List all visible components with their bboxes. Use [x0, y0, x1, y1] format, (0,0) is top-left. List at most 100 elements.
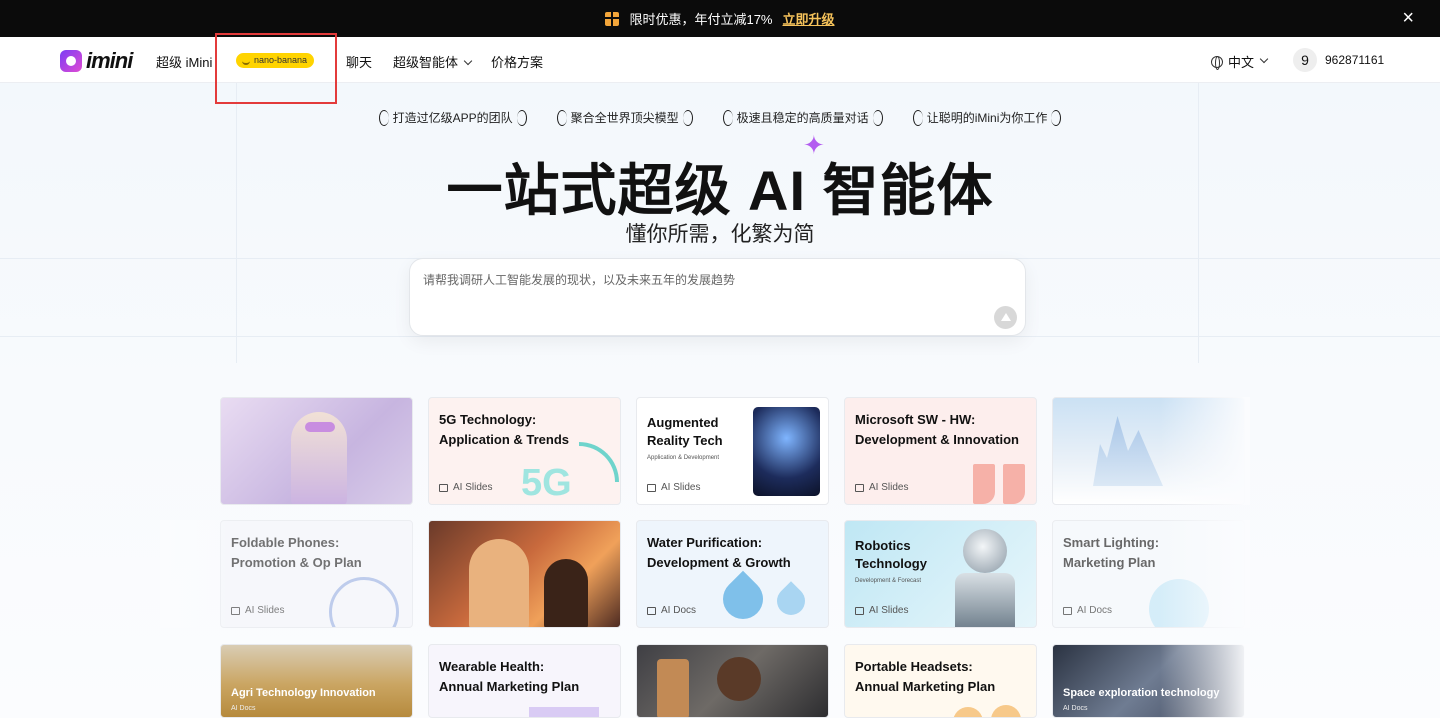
globe-icon — [1211, 55, 1223, 70]
card-illustration — [717, 657, 761, 701]
feature-badge: 聚合全世界顶尖模型 — [553, 109, 697, 126]
template-card[interactable]: Smart Lighting: Marketing Plan AI Docs — [1052, 520, 1245, 628]
card-title: Wearable Health: Annual Marketing Plan — [439, 659, 580, 694]
nav-item-chat[interactable]: 聊天 — [346, 52, 372, 71]
template-card[interactable] — [636, 644, 829, 718]
template-card[interactable] — [428, 520, 621, 628]
feature-badge-text: 聚合全世界顶尖模型 — [570, 111, 679, 125]
template-card[interactable]: Agri Technology Innovation AI Docs — [220, 644, 413, 718]
nav-item-super-agent-label: 超级智能体 — [393, 55, 459, 70]
template-card[interactable]: Microsoft SW - HW: Development & Innovat… — [844, 397, 1037, 505]
quote-icon — [1003, 464, 1025, 504]
card-title: Portable Headsets: Annual Marketing Plan — [855, 659, 996, 694]
template-card[interactable]: Robotics Technology Development & Foreca… — [844, 520, 1037, 628]
wifi-icon — [579, 442, 619, 482]
card-title: Robotics Technology — [855, 538, 927, 571]
card-tag: AI Docs — [647, 605, 696, 616]
card-tag: AI Slides — [231, 605, 284, 616]
card-tag-label: AI Slides — [245, 605, 285, 616]
user-id[interactable]: 962871161 — [1325, 53, 1384, 67]
gift-icon — [605, 11, 620, 26]
slides-icon — [855, 483, 864, 492]
slides-icon — [647, 483, 656, 492]
card-illustration — [1093, 416, 1163, 486]
card-title: Water Purification: Development & Growth — [647, 535, 791, 570]
nano-banana-badge[interactable]: nano-banana — [236, 53, 315, 68]
card-tag: AI Docs — [1063, 605, 1112, 616]
template-card[interactable] — [1052, 397, 1245, 505]
card-title: Agri Technology Innovation — [231, 687, 376, 699]
card-title: Microsoft SW - HW: Development & Innovat… — [855, 412, 1019, 447]
template-card[interactable]: Wearable Health: Annual Marketing Plan — [428, 644, 621, 718]
language-label: 中文 — [1228, 55, 1255, 70]
card-subtitle: Application & Development — [647, 455, 720, 461]
card-tag: AI Slides — [855, 482, 908, 493]
nav-item-pricing[interactable]: 价格方案 — [491, 52, 543, 71]
template-card[interactable]: Portable Headsets: Annual Marketing Plan — [844, 644, 1037, 718]
promo-banner: 限时优惠，年付立减17% 立即升级 × — [0, 0, 1440, 37]
page-title: 一站式超级 AI 智能体 — [446, 159, 994, 222]
card-tag-label: AI Docs — [1077, 605, 1113, 616]
feature-badge: 打造过亿级APP的团队 — [375, 109, 531, 126]
template-card[interactable]: 5G Technology: Application & Trends 5G A… — [428, 397, 621, 505]
nav-item-super-imini[interactable]: 超级 iMini — [156, 52, 212, 71]
template-card[interactable]: Augmented Reality Tech Application & Dev… — [636, 397, 829, 505]
avatar[interactable]: 9 — [1293, 48, 1317, 72]
upgrade-link[interactable]: 立即升级 — [783, 9, 835, 28]
card-illustration — [544, 559, 588, 627]
card-tag-label: AI Slides — [869, 605, 909, 616]
card-title: 5G Technology: Application & Trends — [439, 412, 570, 447]
card-title: Smart Lighting: Marketing Plan — [1063, 535, 1160, 570]
page-subtitle: 懂你所需，化繁为简 — [625, 223, 815, 246]
chevron-down-icon — [1259, 54, 1269, 63]
template-card[interactable]: Space exploration technology AI Docs — [1052, 644, 1245, 718]
card-illustration — [991, 705, 1021, 717]
robot-icon — [955, 573, 1015, 627]
logo-text: imini — [86, 48, 133, 73]
template-card[interactable]: Foldable Phones: Promotion & Op Plan AI … — [220, 520, 413, 628]
slides-icon — [439, 483, 448, 492]
feature-badges: 打造过亿级APP的团队 聚合全世界顶尖模型 极速且稳定的高质量对话 让聪明的iM… — [0, 109, 1440, 126]
card-tag: AI Docs — [231, 705, 256, 712]
docs-icon — [1063, 606, 1072, 615]
feature-badge-text: 极速且稳定的高质量对话 — [736, 111, 869, 125]
card-illustration — [469, 539, 529, 627]
card-illustration — [529, 707, 599, 717]
send-button[interactable] — [994, 306, 1017, 329]
slides-icon — [855, 606, 864, 615]
feature-badge-text: 打造过亿级APP的团队 — [392, 111, 513, 125]
robot-icon — [963, 529, 1007, 573]
card-illustration — [657, 659, 689, 717]
chevron-down-icon — [463, 56, 473, 66]
docs-icon — [647, 606, 656, 615]
slides-icon — [231, 606, 240, 615]
template-card[interactable] — [220, 397, 413, 505]
feature-badge: 让聪明的iMini为你工作 — [909, 109, 1066, 126]
card-subtitle: Development & Forecast — [855, 578, 922, 584]
card-illustration — [953, 707, 983, 717]
card-tag-label: AI Docs — [661, 605, 697, 616]
top-nav: imini 超级 iMini nano-banana 聊天 超级智能体 价格方案… — [0, 37, 1440, 83]
template-card[interactable]: Water Purification: Development & Growth… — [636, 520, 829, 628]
card-tag: AI Slides — [647, 482, 700, 493]
language-selector[interactable]: 中文 — [1211, 52, 1269, 71]
grid-line — [0, 336, 1440, 337]
card-tag-label: AI Slides — [869, 482, 909, 493]
feature-badge-text: 让聪明的iMini为你工作 — [926, 111, 1048, 125]
water-drop-icon — [771, 581, 811, 621]
card-illustration — [305, 422, 335, 432]
card-illustration — [329, 577, 399, 627]
prompt-input[interactable]: 请帮我调研人工智能发展的现状，以及未来五年的发展趋势 — [409, 258, 1026, 336]
close-icon[interactable]: × — [1402, 8, 1414, 28]
card-tag: AI Slides — [439, 482, 492, 493]
card-tag: AI Docs — [1063, 705, 1088, 712]
logo[interactable]: imini — [60, 48, 133, 74]
prompt-placeholder: 请帮我调研人工智能发展的现状，以及未来五年的发展趋势 — [423, 273, 736, 287]
card-tag-label: AI Slides — [453, 482, 493, 493]
nav-item-super-agent[interactable]: 超级智能体 — [393, 52, 473, 71]
card-title: Augmented Reality Tech — [647, 415, 723, 448]
quote-icon — [973, 464, 995, 504]
feature-badge: 极速且稳定的高质量对话 — [719, 109, 887, 126]
logo-icon — [60, 50, 82, 72]
card-tag-label: AI Slides — [661, 482, 701, 493]
